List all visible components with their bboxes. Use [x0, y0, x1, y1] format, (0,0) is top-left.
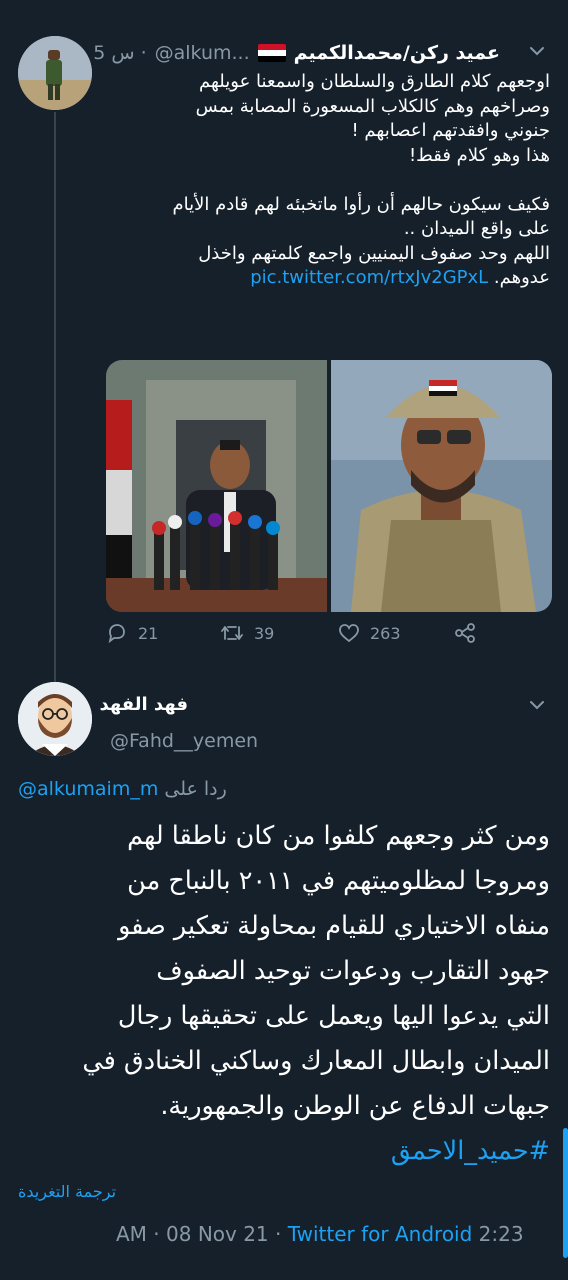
tweet-text-end: عدوهم. [493, 267, 550, 288]
tweet-time: 5 س · [93, 42, 147, 64]
tweet-clock: 2:23 [478, 1222, 524, 1246]
author-handle[interactable]: @Fahd__yemen [110, 730, 258, 752]
tweet-text-line: اوجعهم كلام الطارق والسلطان واسمعنا عويل… [199, 71, 550, 92]
thread-connector [54, 112, 56, 682]
replying-to-label: ردا على [164, 778, 227, 800]
tweet-text-line [100, 168, 550, 193]
tweet-text-line: اللهم وحد صفوف اليمنيين واجمع كلمتهم واخ… [198, 242, 550, 264]
tweet-text-line: على واقع الميدان .. [403, 218, 550, 239]
tweet-actions: 21 39 263 [106, 622, 486, 656]
retweet-button[interactable]: 39 [220, 622, 274, 644]
tweet-text-line: وصراخهم وهم كالكلاب المسعورة المصابة بمس [195, 95, 550, 117]
reply-icon [108, 624, 125, 644]
replying-to: @alkumaim_m ردا على [18, 778, 227, 800]
reply-text: ومن كثر وجعهم كلفوا من كان ناطقا لهم ومر… [16, 814, 550, 1174]
share-button[interactable] [454, 622, 476, 644]
hashtag-link[interactable]: #حميد_الاحمق [16, 1129, 550, 1174]
tweet-text-line: فكيف سيكون حالهم أن رأوا ماتخبئه لهم قاد… [172, 193, 550, 215]
translate-tweet-link[interactable]: ترجمة التغريدة [18, 1182, 116, 1201]
reply-text-line: الميدان وابطال المعارك وساكني الخنادق في [82, 1046, 550, 1076]
tweet-source[interactable]: Twitter for Android [288, 1222, 473, 1246]
reply-text-line: منفاه الاختياري للقيام بمحاولة تعكير صفو [118, 911, 550, 941]
author-name[interactable]: فهد الفهد [100, 694, 189, 715]
reply-text-line: التي يدعوا اليها ويعمل على تحقيقها رجال [117, 1001, 550, 1031]
chevron-down-icon[interactable] [526, 40, 548, 62]
media-link[interactable]: pic.twitter.com/rtxJv2GPxL [250, 267, 488, 288]
scrollbar[interactable] [563, 1128, 568, 1258]
author-handle[interactable]: @alkum... [155, 42, 250, 64]
media-photo-right[interactable] [331, 360, 552, 612]
chevron-down-icon[interactable] [526, 694, 548, 716]
retweet-count: 39 [254, 623, 275, 643]
tweet-text-line: جنوني وافقدتهم اعصابهم ! [351, 120, 550, 141]
share-icon [455, 623, 475, 643]
like-count: 263 [370, 623, 401, 643]
reply-button[interactable]: 21 [106, 622, 158, 644]
reply-text-line: جبهات الدفاع عن الوطن والجمهورية. [160, 1091, 550, 1121]
tweet-date: AM · 08 Nov 21 · [116, 1222, 282, 1246]
replying-to-handle[interactable]: @alkumaim_m [18, 778, 158, 800]
avatar[interactable] [18, 36, 92, 110]
reply-count: 21 [138, 623, 159, 643]
tweet-media[interactable] [106, 360, 552, 612]
tweet-meta: AM · 08 Nov 21 · Twitter for Android 2:2… [116, 1222, 524, 1246]
tweet-text-line: هذا وهو كلام فقط! [408, 144, 550, 166]
avatar[interactable] [18, 682, 92, 756]
reply-text-line: ومن كثر وجعهم كلفوا من كان ناطقا لهم [127, 821, 550, 851]
tweet-text: اوجعهم كلام الطارق والسلطان واسمعنا عويل… [100, 70, 550, 291]
reply-text-line: ومروجا لمظلوميتهم في ٢٠١١ بالنباح من [127, 866, 550, 896]
tweet-header: عميد ركن/محمدالكميم @alkum... 5 س · [93, 40, 500, 66]
retweet-icon [221, 626, 243, 640]
like-button[interactable]: 263 [338, 622, 401, 644]
tweet-text-line: عدوهم. pic.twitter.com/rtxJv2GPxL [100, 266, 550, 291]
heart-icon [339, 624, 359, 643]
author-name[interactable]: عميد ركن/محمدالكميم [294, 42, 500, 64]
reply-text-line: جهود التقارب ودعوات توحيد الصفوف [156, 956, 550, 986]
media-photo-left[interactable] [106, 360, 327, 612]
yemen-flag-icon [257, 44, 286, 62]
